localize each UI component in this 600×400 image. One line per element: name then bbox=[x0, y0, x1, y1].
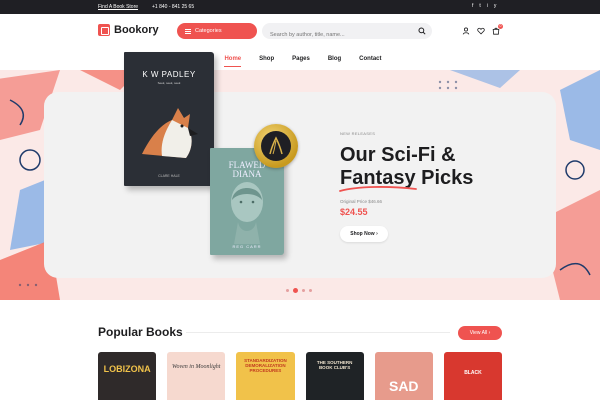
book-card[interactable]: BLACK bbox=[443, 352, 503, 400]
slider-dot-2[interactable] bbox=[293, 288, 298, 293]
facebook-icon[interactable]: f bbox=[472, 3, 473, 9]
slider-dot-4[interactable] bbox=[309, 289, 312, 292]
slider-dot-1[interactable] bbox=[286, 289, 289, 292]
slider-dots bbox=[286, 288, 312, 293]
view-all-label: View All bbox=[469, 330, 488, 336]
main-nav: Home Shop Pages Blog Contact bbox=[0, 50, 600, 70]
instagram-icon[interactable]: i bbox=[487, 3, 488, 9]
find-store-link[interactable]: Find A Book Store bbox=[98, 4, 138, 10]
book-card[interactable]: SAD bbox=[374, 352, 433, 400]
underline-swoosh-icon bbox=[339, 186, 417, 192]
top-bar: Find A Book Store +1 840 - 841 25 65 f t… bbox=[0, 0, 600, 14]
book-cover-title: BLACK bbox=[464, 370, 482, 376]
categories-button[interactable]: Categories bbox=[177, 23, 257, 39]
fox-illustration bbox=[142, 108, 198, 158]
arrow-right-icon: › bbox=[376, 231, 378, 237]
header: Bookory Categories 0 bbox=[0, 14, 600, 50]
slider-dot-3[interactable] bbox=[302, 289, 305, 292]
logo[interactable]: Bookory bbox=[98, 24, 159, 36]
award-seal-icon bbox=[254, 124, 298, 168]
arrow-right-icon: › bbox=[488, 330, 491, 336]
book1-subtitle: Seek, seek, seek bbox=[157, 81, 181, 85]
phone-info: +1 840 - 841 25 65 bbox=[152, 4, 194, 10]
book1-author: CLARE HALE bbox=[158, 174, 180, 178]
nav-blog[interactable]: Blog bbox=[328, 50, 341, 70]
nav-contact[interactable]: Contact bbox=[359, 50, 381, 70]
popular-books-list: LOBIZONA Woven in Moonlight STANDARDIZAT… bbox=[98, 352, 503, 400]
nav-home[interactable]: Home bbox=[224, 50, 241, 70]
nav-shop[interactable]: Shop bbox=[259, 50, 274, 70]
book-cover-title: THE SOUTHERN BOOK CLUB'S bbox=[316, 360, 353, 370]
phone-number: +1 840 - 841 25 65 bbox=[152, 4, 195, 10]
view-all-button[interactable]: View All › bbox=[458, 326, 502, 340]
header-icons: 0 bbox=[462, 24, 503, 35]
cart-count-badge: 0 bbox=[498, 24, 503, 29]
shop-now-label: Shop Now bbox=[350, 231, 375, 237]
hero-title-rest: Picks bbox=[421, 167, 474, 189]
book2-author: REG CARR bbox=[232, 244, 262, 249]
book-cover-title: SAD bbox=[388, 378, 419, 394]
book-logo-icon bbox=[98, 24, 110, 36]
sale-price: $24.55 bbox=[340, 207, 368, 217]
hero-title: Our Sci-Fi & Fantasy Picks bbox=[339, 144, 540, 192]
book-cover-title: LOBIZONA bbox=[103, 364, 151, 374]
categories-label: Categories bbox=[195, 28, 222, 34]
featured-book-cover-1[interactable]: K W PADLEY Seek, seek, seek CLARE HALE bbox=[124, 52, 214, 186]
hero-title-highlight-wrap: Fantasy bbox=[339, 167, 417, 192]
social-links: f t i y bbox=[472, 3, 496, 9]
nav-pages[interactable]: Pages bbox=[292, 50, 310, 70]
book-cover-title: STANDARDIZATION DEMORALIZATION PROCEDURE… bbox=[244, 358, 287, 373]
hero-title-line1: Our Sci-Fi & bbox=[340, 144, 456, 166]
search-icon[interactable] bbox=[418, 27, 426, 35]
hero-eyebrow: NEW RELEASES bbox=[340, 131, 376, 136]
hero-title-line2: Fantasy Picks bbox=[339, 167, 540, 192]
heart-icon[interactable] bbox=[477, 27, 485, 35]
search-bar bbox=[262, 23, 432, 43]
book-card[interactable]: STANDARDIZATION DEMORALIZATION PROCEDURE… bbox=[236, 352, 295, 400]
search-input[interactable] bbox=[262, 27, 402, 43]
book-card[interactable]: THE SOUTHERN BOOK CLUB'S bbox=[305, 352, 364, 400]
brand-name: Bookory bbox=[114, 24, 159, 36]
twitter-icon[interactable]: t bbox=[479, 3, 480, 9]
user-icon[interactable] bbox=[462, 27, 470, 35]
book-cover-title: Woven in Moonlight bbox=[172, 364, 221, 370]
cart-button[interactable]: 0 bbox=[492, 24, 503, 35]
section-divider bbox=[186, 332, 450, 333]
book-card[interactable]: Woven in Moonlight bbox=[167, 352, 226, 400]
book1-title: K W PADLEY bbox=[142, 70, 196, 79]
book-card[interactable]: LOBIZONA bbox=[98, 352, 157, 400]
original-price: Original Price $46.66 bbox=[340, 199, 383, 204]
popular-books-heading: Popular Books bbox=[98, 325, 183, 339]
menu-icon bbox=[185, 28, 191, 34]
youtube-icon[interactable]: y bbox=[494, 3, 497, 9]
shop-now-button[interactable]: Shop Now › bbox=[340, 226, 388, 242]
statue-illustration bbox=[231, 182, 263, 244]
